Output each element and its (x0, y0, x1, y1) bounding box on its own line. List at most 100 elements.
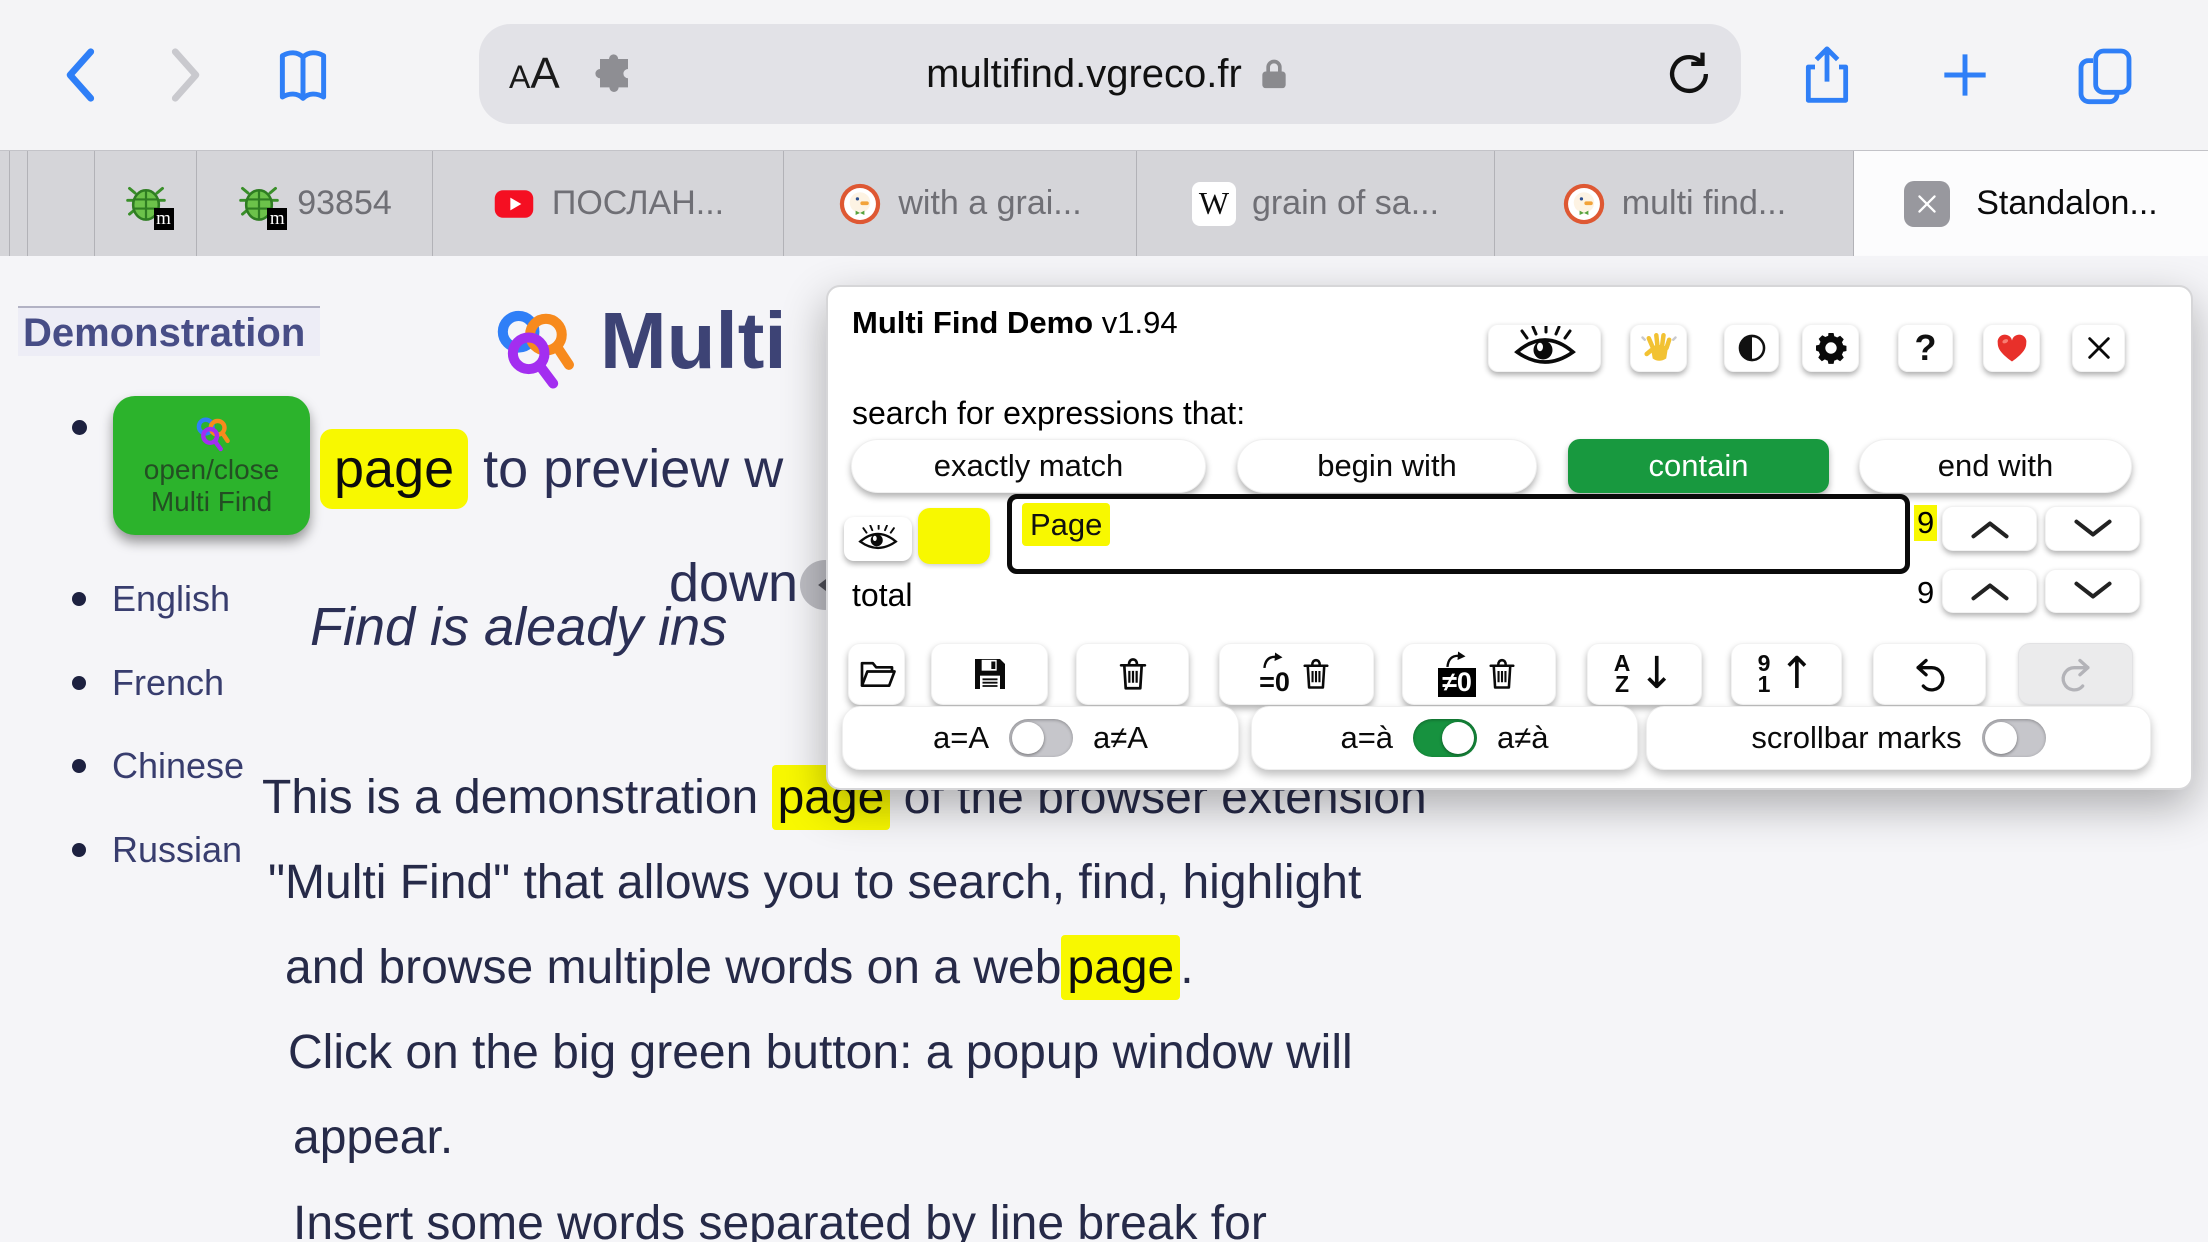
trash-icon (1298, 656, 1334, 692)
close-popup-button[interactable] (2072, 324, 2125, 372)
tab-youtube[interactable]: ПОСЛАН... (433, 151, 784, 256)
redo-button-disabled[interactable] (2018, 643, 2133, 705)
delete-nonzero-matches-button[interactable]: ≠0 (1402, 643, 1556, 705)
multifind-popup: Multi Find Demo v1.94 ? search for expre… (826, 285, 2193, 790)
paragraph-line-5: appear. (293, 1110, 453, 1165)
total-next-button[interactable] (2045, 569, 2140, 613)
tab-label: multi find... (1622, 184, 1786, 223)
sort-alphabetical-button[interactable]: AZ ↓ (1587, 643, 1702, 705)
filter-end-with[interactable]: end with (1859, 439, 2132, 493)
not-equals-zero-label: ≠0 (1438, 668, 1476, 697)
question-mark-icon: ? (1915, 327, 1937, 369)
accent-equal-label: a=à (1340, 720, 1393, 756)
address-bar[interactable]: AA multifind.vgreco.fr (479, 24, 1741, 124)
settings-button[interactable] (1802, 324, 1859, 372)
chevron-up-icon (1967, 518, 2013, 540)
accent-sensitivity-toggle[interactable]: a=à a≠à (1251, 706, 1638, 770)
forward-button[interactable] (138, 30, 228, 120)
wikipedia-favicon: W (1192, 182, 1236, 226)
browser-toolbar: AA multifind.vgreco.fr (0, 0, 2208, 150)
tab-bug[interactable]: m (95, 151, 197, 256)
language-link-russian[interactable]: Russian (72, 829, 242, 871)
chevron-down-icon (2070, 518, 2116, 540)
greeting-button[interactable] (1630, 324, 1687, 372)
filter-contain-selected[interactable]: contain (1568, 439, 1829, 493)
curved-arrow-icon (1443, 651, 1471, 668)
delete-zero-matches-button[interactable]: =0 (1219, 643, 1374, 705)
share-button[interactable] (1782, 30, 1872, 120)
open-list-button[interactable] (848, 643, 905, 705)
tab-multi-find[interactable]: multi find... (1495, 151, 1854, 256)
search-term-input[interactable]: Page (1007, 494, 1910, 574)
equals-zero-label: =0 (1259, 669, 1290, 696)
chevron-up-icon (1967, 580, 2013, 602)
bug-favicon: m (124, 182, 168, 226)
scrollbar-marks-toggle[interactable]: scrollbar marks (1646, 706, 2151, 770)
filter-begin-with[interactable]: begin with (1237, 439, 1537, 493)
waving-hand-icon (1641, 330, 1677, 366)
case-sensitivity-toggle[interactable]: a=A a≠A (842, 706, 1239, 770)
safari-window: AA multifind.vgreco.fr m m 93854 ПОСЛАН.… (0, 0, 2208, 1242)
toggle-term-visibility-button[interactable] (844, 517, 912, 561)
sort-by-count-button[interactable]: 91 ↑ (1731, 643, 1842, 705)
tab-label: with a grai... (898, 184, 1081, 223)
accent-not-equal-label: a≠à (1497, 720, 1549, 756)
tab-label: ПОСЛАН... (552, 184, 724, 223)
total-label: total (852, 577, 912, 614)
tab-with-a-grain[interactable]: with a grai... (784, 151, 1137, 256)
theme-contrast-button[interactable] (1724, 324, 1779, 372)
previous-match-button[interactable] (1942, 506, 2037, 551)
close-tab-button[interactable] (1904, 181, 1950, 227)
gear-icon (1813, 330, 1849, 366)
paragraph-line-6: Insert some words separated by line brea… (293, 1196, 1267, 1242)
back-button[interactable] (38, 30, 128, 120)
multifind-logo-icon (487, 303, 579, 395)
url-field[interactable]: multifind.vgreco.fr (479, 52, 1741, 97)
open-close-multifind-button[interactable]: open/close Multi Find (113, 396, 310, 535)
open-folder-icon (857, 654, 897, 694)
floppy-disk-icon (970, 654, 1010, 694)
donate-button[interactable] (1983, 324, 2040, 372)
popup-subtitle: search for expressions that: (852, 395, 1245, 432)
tab-strip: m m 93854 ПОСЛАН... with a grai... W gra… (0, 150, 2208, 256)
tab-label: Standalon... (1976, 184, 2157, 223)
language-link-english[interactable]: English (72, 578, 230, 620)
language-link-french[interactable]: French (72, 662, 224, 704)
heart-icon (1994, 330, 2030, 366)
save-list-button[interactable] (931, 643, 1048, 705)
undo-button[interactable] (1873, 643, 1986, 705)
reload-button[interactable] (1661, 46, 1717, 102)
help-button[interactable]: ? (1898, 324, 1953, 372)
tab-label: grain of sa... (1252, 184, 1439, 223)
total-count: 9 (1917, 575, 1934, 611)
filter-exactly-match[interactable]: exactly match (851, 439, 1206, 493)
tab-sliver[interactable] (10, 151, 28, 256)
paragraph-line-4: Click on the big green button: a popup w… (288, 1025, 1353, 1080)
highlight-color-swatch[interactable] (918, 508, 990, 564)
tab-sliver[interactable] (0, 151, 10, 256)
eye-icon (1510, 326, 1580, 370)
tab-overview-button[interactable] (2060, 30, 2150, 120)
case-not-equal-label: a≠A (1093, 720, 1148, 756)
lead-line: page to preview w (320, 438, 783, 500)
close-icon (2083, 332, 2115, 364)
eye-icon (855, 525, 901, 553)
case-switch[interactable] (1009, 719, 1073, 757)
tab-wikipedia[interactable]: W grain of sa... (1137, 151, 1495, 256)
language-link-chinese[interactable]: Chinese (72, 745, 244, 787)
tab-93854[interactable]: m 93854 (197, 151, 433, 256)
list-bullet (72, 420, 87, 435)
next-match-button[interactable] (2045, 506, 2140, 551)
new-tab-button[interactable] (1920, 30, 2010, 120)
bookmarks-button[interactable] (258, 30, 348, 120)
case-equal-label: a=A (933, 720, 989, 756)
scrollbar-marks-switch[interactable] (1982, 719, 2046, 757)
total-previous-button[interactable] (1942, 569, 2037, 613)
trash-icon (1114, 655, 1152, 693)
tab-sliver[interactable] (28, 151, 95, 256)
delete-all-button[interactable] (1076, 643, 1189, 705)
show-hide-highlights-button[interactable] (1488, 324, 1601, 372)
accent-switch-on[interactable] (1413, 719, 1477, 757)
arrow-up-icon: ↑ (1778, 652, 1815, 696)
tab-standalone-active[interactable]: Standalon... (1854, 151, 2208, 256)
